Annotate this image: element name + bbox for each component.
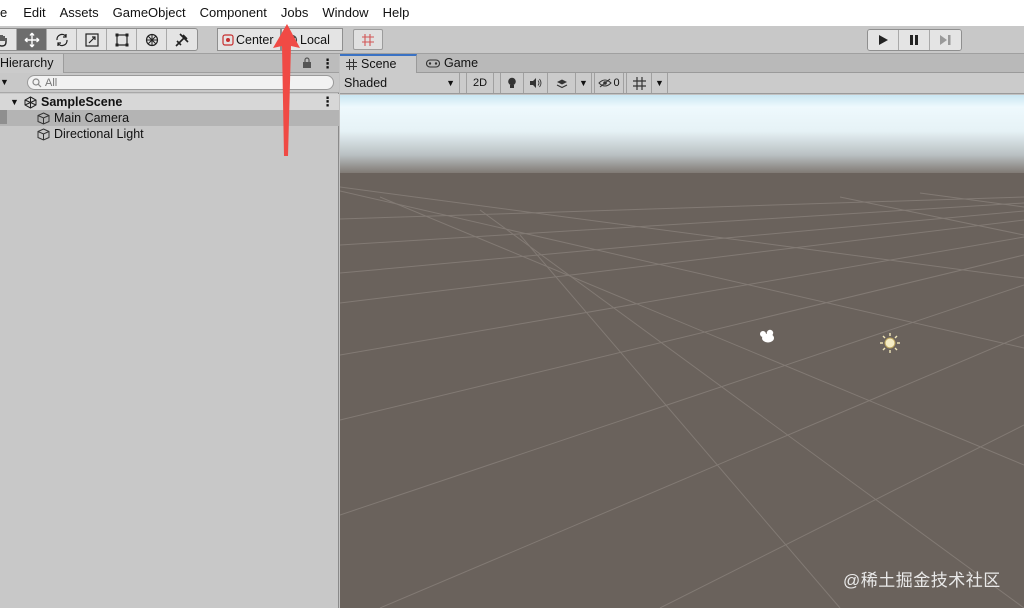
hierarchy-item-label: Directional Light xyxy=(54,127,144,141)
transform-icon xyxy=(145,33,158,46)
chevron-down-icon: ▼ xyxy=(655,78,664,88)
unity-scene-icon xyxy=(24,96,37,109)
step-icon xyxy=(939,35,950,45)
tab-game-label: Game xyxy=(444,56,479,70)
pivot-center-icon xyxy=(222,33,234,46)
scene-render xyxy=(340,95,1024,608)
menu-help[interactable]: Help xyxy=(376,0,417,26)
menu-file-partial[interactable]: e xyxy=(0,0,16,26)
gameobject-cube-icon xyxy=(37,112,50,125)
transform-tools-group xyxy=(0,28,198,51)
chevron-down-icon: ▼ xyxy=(579,78,588,88)
shading-mode-dropdown[interactable]: Shaded ▼ xyxy=(340,73,460,93)
grid-icon xyxy=(632,76,646,90)
lightbulb-icon xyxy=(508,77,516,88)
hierarchy-item-label: Main Camera xyxy=(54,111,130,125)
audio-toggle-button[interactable] xyxy=(524,73,548,93)
rotate-icon xyxy=(55,33,68,46)
playback-controls xyxy=(867,29,962,51)
gamepad-icon xyxy=(426,59,440,68)
grid-snap-button[interactable] xyxy=(353,29,383,50)
tab-game[interactable]: Game xyxy=(424,54,478,73)
effects-dropdown-button[interactable]: ▼ xyxy=(576,73,592,93)
move-icon xyxy=(24,32,39,47)
hidden-objects-button[interactable]: 0 xyxy=(594,73,624,93)
hand-tool-button[interactable] xyxy=(0,29,17,50)
menu-edit[interactable]: Edit xyxy=(16,0,52,26)
scene-view-toolbar: Shaded ▼ 2D ▼ 0 ▼ xyxy=(340,73,1024,94)
scene-viewport[interactable] xyxy=(340,95,1024,608)
main-toolbar: Center Local xyxy=(0,26,1024,54)
play-icon xyxy=(879,35,888,45)
hidden-objects-count: 0 xyxy=(613,77,620,89)
tools-icon xyxy=(175,32,189,47)
tab-scene[interactable]: Scene xyxy=(340,54,417,73)
effects-toggle-button[interactable] xyxy=(548,73,576,93)
menu-assets[interactable]: Assets xyxy=(53,0,106,26)
shading-mode-label: Shaded xyxy=(344,76,388,90)
rect-transform-icon xyxy=(115,33,128,46)
tab-hierarchy[interactable]: Hierarchy xyxy=(0,54,64,73)
create-dropdown-icon[interactable]: ▼ xyxy=(0,77,9,87)
scene-tab-bar: Scene Game xyxy=(340,54,1024,73)
pause-icon xyxy=(910,35,918,45)
toggle-2d-label: 2D xyxy=(472,77,488,89)
scene-panel: Scene Game Shaded ▼ 2D ▼ 0 ▼ xyxy=(340,54,1024,608)
search-icon xyxy=(32,77,42,87)
hand-icon xyxy=(0,34,7,47)
hierarchy-search-input[interactable] xyxy=(45,76,285,89)
pivot-mode-label: Center xyxy=(236,32,274,47)
scale-icon xyxy=(84,32,99,47)
grid-snap-icon xyxy=(362,33,374,46)
fold-arrow-icon[interactable]: ▼ xyxy=(10,94,19,110)
scene-grid-icon xyxy=(346,59,357,70)
scene-menu-icon[interactable]: ⋮ xyxy=(321,95,334,108)
sky xyxy=(340,95,1024,175)
menu-window[interactable]: Window xyxy=(315,0,375,26)
toggle-2d-button[interactable]: 2D xyxy=(466,73,494,93)
gameobject-cube-icon xyxy=(37,128,50,141)
pivot-rotation-label: Local xyxy=(300,32,330,47)
pause-button[interactable] xyxy=(899,30,930,50)
scene-name: SampleScene xyxy=(41,95,123,109)
move-tool-button[interactable] xyxy=(17,29,47,50)
hierarchy-menu-icon[interactable]: ⋮ xyxy=(321,57,334,70)
menu-bar: e Edit Assets GameObject Component Jobs … xyxy=(0,0,1024,26)
speaker-icon xyxy=(529,78,541,88)
panel-edge-strip xyxy=(0,110,7,124)
grid-visibility-button[interactable] xyxy=(626,73,652,93)
transform-tool-button[interactable] xyxy=(137,29,167,50)
annotation-arrow-icon xyxy=(273,24,300,156)
step-button[interactable] xyxy=(930,30,961,50)
custom-tool-button[interactable] xyxy=(167,29,197,50)
tab-scene-label: Scene xyxy=(361,57,397,71)
lighting-toggle-button[interactable] xyxy=(500,73,524,93)
grid-dropdown-button[interactable]: ▼ xyxy=(652,73,668,93)
effects-layers-icon xyxy=(556,79,567,88)
rect-tool-button[interactable] xyxy=(107,29,137,50)
watermark-text: @稀土掘金技术社区 xyxy=(843,571,1001,590)
menu-gameobject[interactable]: GameObject xyxy=(106,0,193,26)
menu-component[interactable]: Component xyxy=(193,0,274,26)
chevron-down-icon: ▼ xyxy=(446,78,455,88)
light-gizmo-icon[interactable] xyxy=(880,333,900,353)
scale-tool-button[interactable] xyxy=(77,29,107,50)
play-button[interactable] xyxy=(868,30,899,50)
rotate-tool-button[interactable] xyxy=(47,29,77,50)
eye-hidden-icon xyxy=(598,78,613,88)
